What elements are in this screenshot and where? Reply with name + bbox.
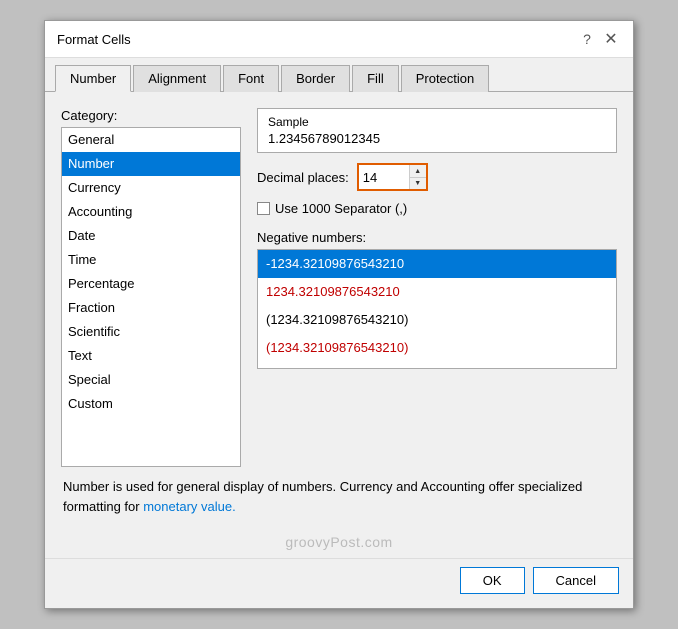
cancel-button[interactable]: Cancel bbox=[533, 567, 619, 594]
help-button[interactable]: ? bbox=[577, 29, 597, 49]
list-item-fraction[interactable]: Fraction bbox=[62, 296, 240, 320]
decimal-label: Decimal places: bbox=[257, 170, 349, 185]
tab-font[interactable]: Font bbox=[223, 65, 279, 92]
sample-label: Sample bbox=[268, 115, 606, 129]
list-item-currency[interactable]: Currency bbox=[62, 176, 240, 200]
sample-value: 1.23456789012345 bbox=[268, 131, 606, 146]
description-area: Number is used for general display of nu… bbox=[61, 477, 617, 516]
left-panel: Category: General Number Currency Accoun… bbox=[61, 108, 241, 467]
spin-down-button[interactable]: ▼ bbox=[410, 177, 426, 189]
category-listbox[interactable]: General Number Currency Accounting Date … bbox=[61, 127, 241, 467]
decimal-input[interactable] bbox=[359, 165, 409, 189]
spin-up-button[interactable]: ▲ bbox=[410, 165, 426, 177]
separator-row: Use 1000 Separator (,) bbox=[257, 201, 617, 216]
list-item-accounting[interactable]: Accounting bbox=[62, 200, 240, 224]
decimal-input-wrap: ▲ ▼ bbox=[357, 163, 428, 191]
format-cells-dialog: Format Cells ? ✕ Number Alignment Font B… bbox=[44, 20, 634, 609]
right-panel: Sample 1.23456789012345 Decimal places: … bbox=[257, 108, 617, 467]
dialog-title: Format Cells bbox=[57, 32, 131, 47]
tab-number[interactable]: Number bbox=[55, 65, 131, 92]
neg-item-2[interactable]: (1234.32109876543210) bbox=[258, 306, 616, 334]
tab-border[interactable]: Border bbox=[281, 65, 350, 92]
sample-section: Sample 1.23456789012345 bbox=[257, 108, 617, 153]
footer: OK Cancel bbox=[45, 558, 633, 608]
decimal-row: Decimal places: ▲ ▼ bbox=[257, 163, 617, 191]
category-label: Category: bbox=[61, 108, 241, 123]
tab-alignment[interactable]: Alignment bbox=[133, 65, 221, 92]
negative-section: Negative numbers: -1234.32109876543210 1… bbox=[257, 226, 617, 369]
list-item-number[interactable]: Number bbox=[62, 152, 240, 176]
description-text: Number is used for general display of nu… bbox=[63, 479, 582, 514]
tab-fill[interactable]: Fill bbox=[352, 65, 399, 92]
separator-label: Use 1000 Separator (,) bbox=[275, 201, 407, 216]
list-item-time[interactable]: Time bbox=[62, 248, 240, 272]
neg-item-1[interactable]: 1234.32109876543210 bbox=[258, 278, 616, 306]
list-item-custom[interactable]: Custom bbox=[62, 392, 240, 416]
ok-button[interactable]: OK bbox=[460, 567, 525, 594]
tab-bar: Number Alignment Font Border Fill Protec… bbox=[45, 58, 633, 92]
description-link[interactable]: monetary value. bbox=[143, 499, 236, 514]
list-item-text[interactable]: Text bbox=[62, 344, 240, 368]
neg-item-0[interactable]: -1234.32109876543210 bbox=[258, 250, 616, 278]
title-bar-controls: ? ✕ bbox=[577, 29, 621, 49]
negative-numbers-list[interactable]: -1234.32109876543210 1234.32109876543210… bbox=[257, 249, 617, 369]
dialog-content: Category: General Number Currency Accoun… bbox=[45, 92, 633, 528]
separator-checkbox-label[interactable]: Use 1000 Separator (,) bbox=[257, 201, 407, 216]
watermark: groovyPost.com bbox=[45, 528, 633, 558]
list-item[interactable]: General bbox=[62, 128, 240, 152]
spin-buttons: ▲ ▼ bbox=[409, 165, 426, 189]
main-layout: Category: General Number Currency Accoun… bbox=[61, 108, 617, 467]
list-item-special[interactable]: Special bbox=[62, 368, 240, 392]
list-item-scientific[interactable]: Scientific bbox=[62, 320, 240, 344]
negative-numbers-label: Negative numbers: bbox=[257, 230, 617, 245]
close-button[interactable]: ✕ bbox=[601, 29, 621, 49]
list-item-date[interactable]: Date bbox=[62, 224, 240, 248]
separator-checkbox[interactable] bbox=[257, 202, 270, 215]
title-bar: Format Cells ? ✕ bbox=[45, 21, 633, 58]
neg-item-3[interactable]: (1234.32109876543210) bbox=[258, 334, 616, 362]
list-item-percentage[interactable]: Percentage bbox=[62, 272, 240, 296]
tab-protection[interactable]: Protection bbox=[401, 65, 490, 92]
